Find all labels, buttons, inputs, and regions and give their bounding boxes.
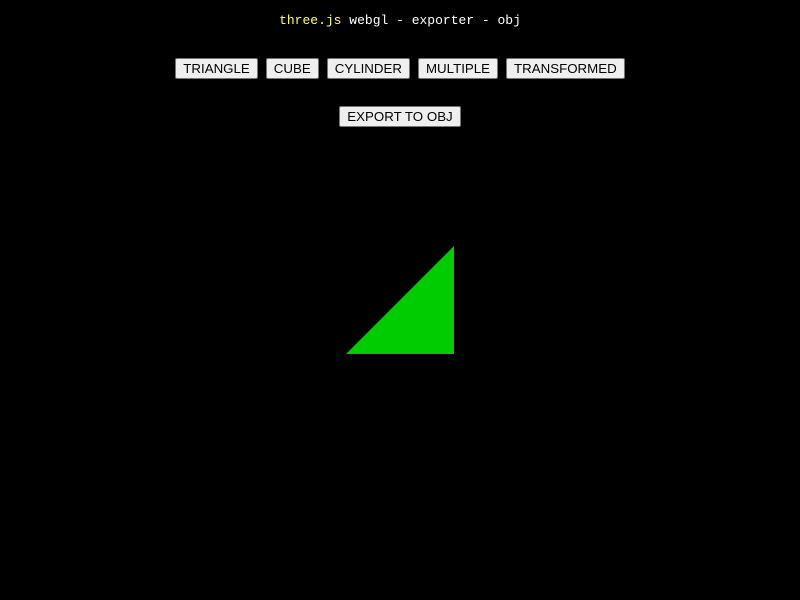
triangle-mesh	[346, 246, 454, 354]
webgl-viewport	[346, 246, 454, 354]
triangle-button[interactable]: TRIANGLE	[175, 58, 258, 79]
shape-button-bar: TRIANGLE CUBE CYLINDER MULTIPLE TRANSFOR…	[0, 58, 800, 79]
cube-button[interactable]: CUBE	[265, 58, 319, 79]
cylinder-button[interactable]: CYLINDER	[326, 58, 410, 79]
info-title: webgl - exporter - obj	[341, 13, 521, 28]
threejs-link[interactable]: three.js	[279, 13, 341, 28]
export-obj-button[interactable]: EXPORT TO OBJ	[339, 106, 461, 127]
transformed-button[interactable]: TRANSFORMED	[506, 58, 625, 79]
info-header: three.js webgl - exporter - obj	[0, 12, 800, 30]
export-button-bar: EXPORT TO OBJ	[0, 106, 800, 127]
multiple-button[interactable]: MULTIPLE	[417, 58, 499, 79]
